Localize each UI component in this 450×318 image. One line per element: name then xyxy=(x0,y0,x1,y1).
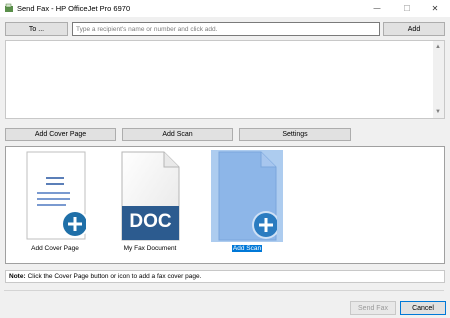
cancel-button[interactable]: Cancel xyxy=(400,301,446,315)
scan-add-icon[interactable] xyxy=(217,151,280,241)
doc-file-icon[interactable]: DOC xyxy=(120,151,180,241)
scroll-down-arrow-icon[interactable]: ▼ xyxy=(433,107,443,117)
maximize-button[interactable]: ☐ xyxy=(392,0,422,17)
maximize-icon: ☐ xyxy=(403,4,411,13)
document-item-my-fax-document[interactable]: DOC My Fax Document xyxy=(114,151,186,255)
recipient-input[interactable]: Type a recipient's name or number and cl… xyxy=(72,22,380,36)
minimize-button[interactable]: — xyxy=(362,0,392,17)
caption-wrap: Add Scan xyxy=(211,245,283,252)
add-scan-button[interactable]: Add Scan xyxy=(122,128,233,141)
recipient-list-scrollbar[interactable]: ▲ ▼ xyxy=(433,41,444,118)
fax-app-icon xyxy=(4,3,14,13)
to-button[interactable]: To ... xyxy=(5,22,68,36)
cover-page-add-icon[interactable] xyxy=(26,151,89,241)
recipient-input-placeholder: Type a recipient's name or number and cl… xyxy=(76,25,218,33)
document-item-label: Add Cover Page xyxy=(31,245,79,252)
scroll-up-arrow-icon[interactable]: ▲ xyxy=(433,42,443,52)
settings-button[interactable]: Settings xyxy=(239,128,351,141)
send-fax-button[interactable]: Send Fax xyxy=(350,301,396,315)
document-item-label: My Fax Document xyxy=(123,245,177,252)
close-icon: ✕ xyxy=(431,4,439,13)
note-bar: Note: Click the Cover Page button or ico… xyxy=(5,270,445,283)
footer-divider xyxy=(4,290,444,291)
note-prefix: Note: xyxy=(9,273,26,280)
document-item-label: Add Scan xyxy=(231,245,263,252)
doc-badge-text: DOC xyxy=(129,211,172,232)
document-pane[interactable]: Add Cover Page DOC My Fax Document Add S… xyxy=(5,146,445,264)
add-cover-page-button[interactable]: Add Cover Page xyxy=(5,128,116,141)
document-item-cover-page[interactable]: Add Cover Page xyxy=(20,151,90,255)
document-item-add-scan[interactable]: Add Scan xyxy=(211,150,283,256)
window-title: Send Fax - HP OfficeJet Pro 6970 xyxy=(17,4,131,13)
minimize-icon: — xyxy=(373,5,381,12)
title-bar: Send Fax - HP OfficeJet Pro 6970 — ☐ ✕ xyxy=(0,0,450,17)
note-text: Click the Cover Page button or icon to a… xyxy=(27,273,202,280)
recipient-list[interactable]: ▲ ▼ xyxy=(5,40,445,119)
close-button[interactable]: ✕ xyxy=(420,0,450,17)
add-recipient-button[interactable]: Add xyxy=(383,22,445,36)
